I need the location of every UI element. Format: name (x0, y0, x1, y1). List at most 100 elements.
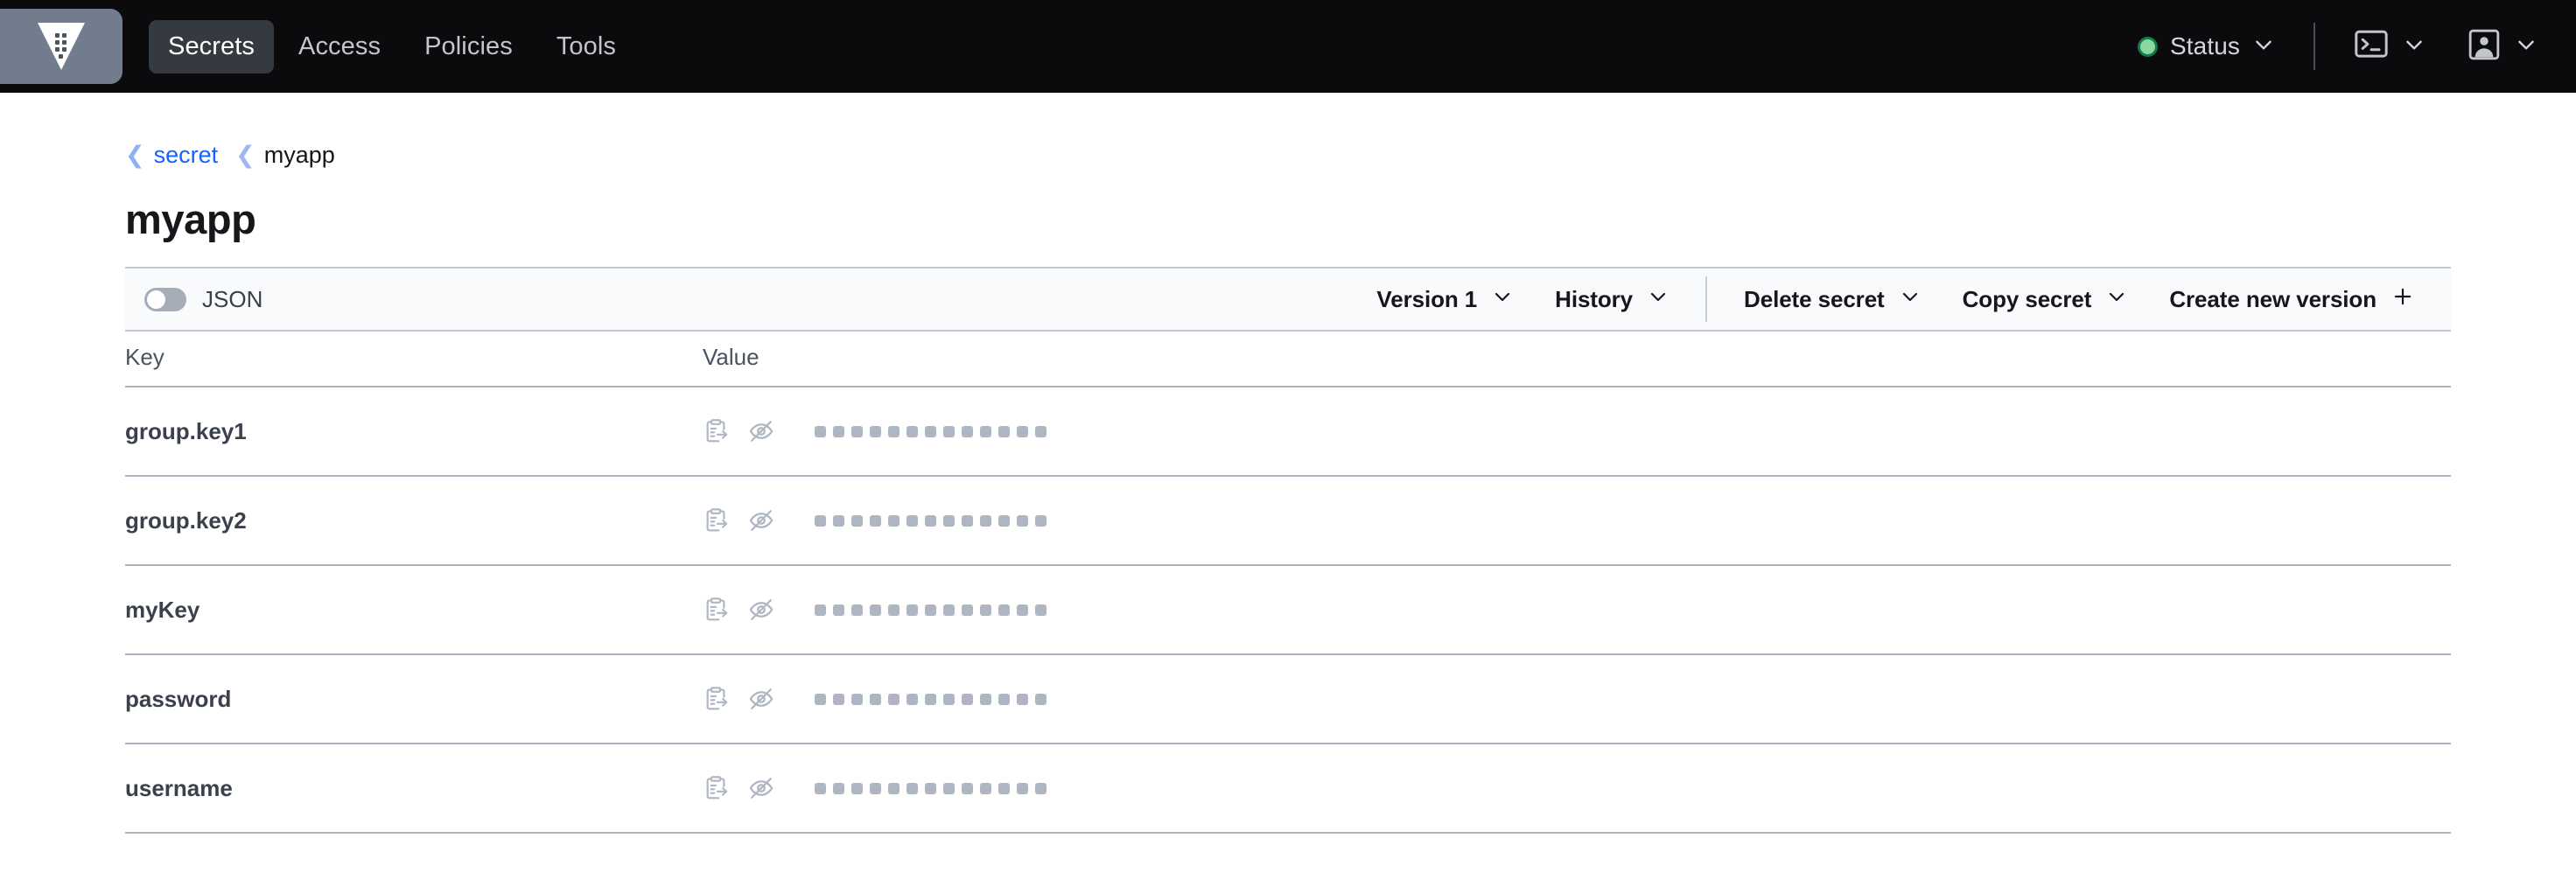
chevron-down-icon (1492, 286, 1513, 313)
masked-char (870, 515, 881, 527)
masked-char (906, 426, 918, 437)
clipboard-copy-icon[interactable] (703, 418, 748, 444)
masked-char (833, 783, 844, 794)
eye-off-icon[interactable] (748, 775, 794, 801)
eye-off-icon[interactable] (748, 507, 794, 534)
masked-char (1035, 515, 1046, 527)
eye-off-icon[interactable] (748, 418, 794, 444)
clipboard-copy-icon[interactable] (703, 507, 748, 534)
masked-char (815, 604, 826, 616)
json-toggle[interactable]: JSON (144, 286, 262, 313)
column-header-key: Key (125, 344, 703, 371)
masked-char (851, 783, 863, 794)
masked-char (1035, 604, 1046, 616)
navbar-divider (2314, 23, 2315, 70)
masked-value (815, 694, 1046, 705)
masked-char (998, 783, 1010, 794)
status-indicator-dot (2138, 37, 2158, 57)
chevron-down-icon (2403, 33, 2426, 60)
breadcrumb-label: myapp (264, 142, 335, 169)
version-button[interactable]: Version 1 (1355, 286, 1534, 313)
status-menu-button[interactable]: Status (2138, 32, 2275, 60)
masked-char (980, 604, 991, 616)
masked-char (1035, 783, 1046, 794)
masked-char (925, 426, 936, 437)
secret-toolbar: JSON Version 1 History (125, 267, 2451, 332)
history-button-label: History (1555, 286, 1633, 313)
masked-value (815, 604, 1046, 616)
masked-char (998, 604, 1010, 616)
nav-tab-secrets[interactable]: Secrets (149, 20, 274, 73)
masked-char (888, 604, 900, 616)
nav-tab-tools[interactable]: Tools (537, 20, 635, 73)
masked-char (925, 694, 936, 705)
copy-secret-button[interactable]: Copy secret (1942, 286, 2149, 313)
secret-key-label: password (125, 686, 703, 713)
eye-off-icon[interactable] (748, 597, 794, 623)
masked-char (980, 694, 991, 705)
masked-char (833, 515, 844, 527)
table-row: myKey (125, 566, 2451, 655)
user-menu-button[interactable] (2468, 28, 2538, 66)
masked-char (998, 694, 1010, 705)
masked-char (943, 515, 955, 527)
breadcrumb: ❮ secret ❮ myapp (0, 93, 2576, 169)
clipboard-copy-icon[interactable] (703, 775, 748, 801)
masked-char (925, 515, 936, 527)
breadcrumb-item-myapp[interactable]: ❮ myapp (235, 142, 335, 169)
json-toggle-label: JSON (202, 286, 262, 313)
delete-secret-button[interactable]: Delete secret (1723, 286, 1942, 313)
masked-char (851, 694, 863, 705)
secret-key-value-table: Key Value group.key1 (125, 332, 2451, 834)
status-label: Status (2170, 32, 2240, 60)
clipboard-copy-icon[interactable] (703, 686, 748, 712)
masked-char (1035, 426, 1046, 437)
eye-off-icon[interactable] (748, 686, 794, 712)
chevron-down-icon (2106, 286, 2127, 313)
create-new-version-button-label: Create new version (2169, 286, 2376, 313)
breadcrumb-item-secret[interactable]: ❮ secret (125, 142, 218, 169)
masked-char (962, 515, 973, 527)
masked-char (1017, 426, 1028, 437)
masked-char (870, 426, 881, 437)
chevron-down-icon (2515, 33, 2538, 60)
nav-tab-policies[interactable]: Policies (405, 20, 532, 73)
history-button[interactable]: History (1534, 286, 1690, 313)
masked-char (943, 426, 955, 437)
create-new-version-button[interactable]: Create new version (2148, 285, 2435, 314)
secret-key-label: username (125, 775, 703, 802)
chevron-down-icon (1648, 286, 1669, 313)
terminal-console-icon (2354, 29, 2389, 65)
nav-tab-access[interactable]: Access (279, 20, 400, 73)
masked-char (870, 694, 881, 705)
masked-char (943, 604, 955, 616)
masked-char (925, 604, 936, 616)
masked-char (815, 694, 826, 705)
masked-char (833, 604, 844, 616)
masked-value (815, 515, 1046, 527)
masked-char (925, 783, 936, 794)
chevron-left-icon: ❮ (235, 143, 256, 167)
masked-char (851, 604, 863, 616)
secret-key-label: group.key2 (125, 507, 703, 534)
masked-char (851, 515, 863, 527)
masked-char (906, 604, 918, 616)
masked-char (943, 694, 955, 705)
page-body: ❮ secret ❮ myapp myapp JSON Version 1 (0, 93, 2576, 834)
masked-char (980, 515, 991, 527)
masked-char (870, 604, 881, 616)
masked-char (980, 783, 991, 794)
masked-char (888, 783, 900, 794)
vault-logo-button[interactable] (0, 9, 122, 84)
content-wrapper: JSON Version 1 History (0, 267, 2576, 834)
masked-char (962, 426, 973, 437)
masked-char (906, 515, 918, 527)
clipboard-copy-icon[interactable] (703, 597, 748, 623)
console-toggle-button[interactable] (2354, 29, 2426, 65)
copy-secret-button-label: Copy secret (1963, 286, 2092, 313)
secret-key-label: group.key1 (125, 418, 703, 445)
masked-char (943, 783, 955, 794)
masked-char (888, 426, 900, 437)
masked-char (1017, 515, 1028, 527)
masked-char (962, 783, 973, 794)
